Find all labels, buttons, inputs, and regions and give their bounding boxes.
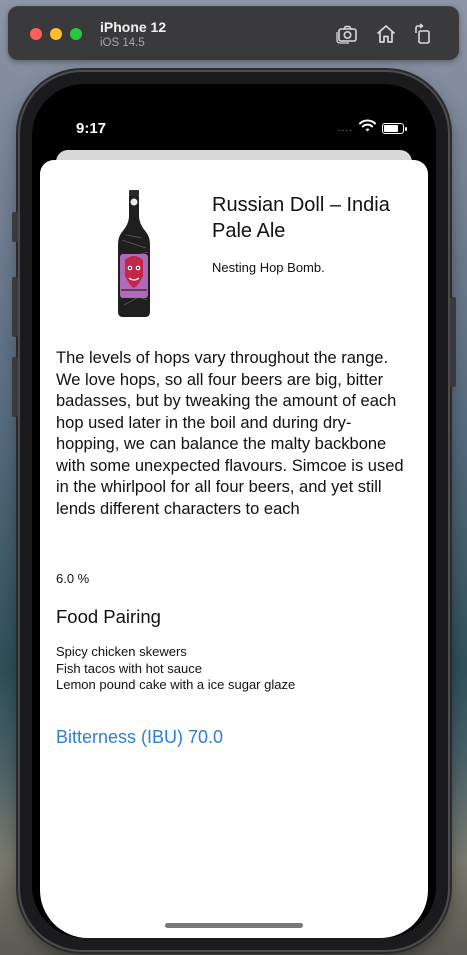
status-indicators: ....	[337, 119, 407, 137]
device-os-version: iOS 14.5	[100, 37, 145, 49]
zoom-window-button[interactable]	[70, 28, 82, 40]
power-button	[450, 297, 456, 387]
volume-down-button	[12, 357, 18, 417]
battery-level	[384, 124, 398, 132]
home-icon[interactable]	[374, 22, 398, 46]
beer-name: Russian Doll – India Pale Ale	[212, 194, 390, 242]
food-pairing-item: Spicy chicken skewers	[56, 644, 187, 659]
beer-detail-sheet[interactable]: Russian Doll – India Pale Ale Nesting Ho…	[40, 160, 428, 938]
device-name: iPhone 12	[100, 19, 167, 35]
simulator-toolbar: iPhone 12 iOS 14.5	[8, 6, 459, 60]
phone-screen: 9:17 .... Russian Doll – India Pale Ale …	[32, 84, 436, 938]
bitterness-ibu-link[interactable]: Bitterness (IBU) 70.0	[56, 727, 223, 748]
status-time: 9:17	[76, 120, 107, 137]
abv-value: 6.0 %	[56, 571, 90, 586]
beer-tagline: Nesting Hop Bomb.	[212, 260, 325, 275]
food-pairing-item: Fish tacos with hot sauce	[56, 660, 202, 676]
minimize-window-button[interactable]	[50, 28, 62, 40]
food-pairing-item: Lemon pound cake with a ice sugar glaze	[56, 677, 296, 692]
food-pairing-list: Spicy chicken skewers Fish tacos with ho…	[56, 644, 295, 694]
iphone-frame: 9:17 .... Russian Doll – India Pale Ale …	[12, 72, 456, 950]
home-indicator[interactable]	[165, 923, 303, 928]
wifi-icon	[359, 119, 376, 137]
volume-up-button	[12, 277, 18, 337]
beer-description: The levels of hops vary throughout the r…	[56, 349, 404, 518]
food-pairing-heading: Food Pairing	[56, 606, 161, 627]
rotate-icon[interactable]	[411, 22, 435, 46]
cellular-signal-icon: ....	[337, 122, 353, 134]
screenshot-icon[interactable]	[335, 22, 359, 46]
battery-icon	[382, 122, 407, 134]
mute-switch	[12, 212, 18, 242]
beer-bottle-image	[116, 190, 152, 318]
close-window-button[interactable]	[30, 28, 42, 40]
